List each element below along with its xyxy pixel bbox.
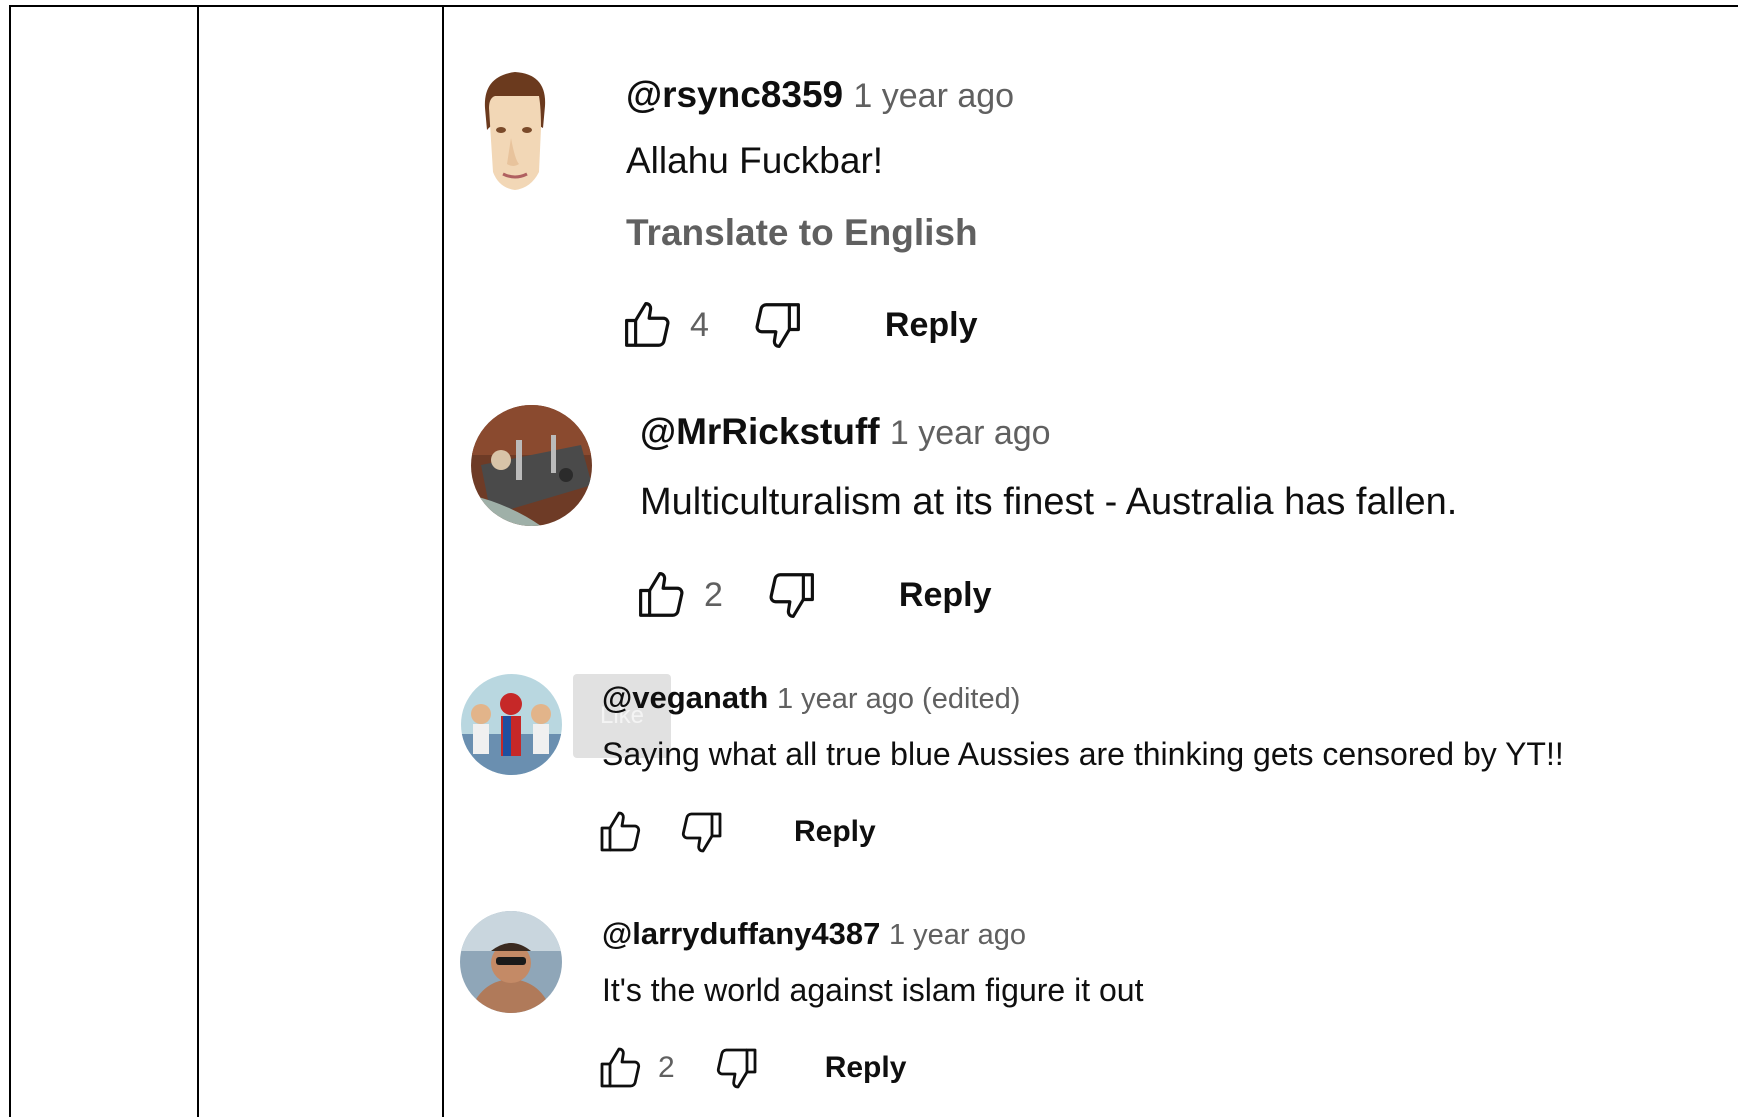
like-count: 4 — [690, 305, 709, 344]
reply-button[interactable]: Reply — [794, 815, 876, 849]
comment-timestamp[interactable]: 1 year ago — [889, 919, 1026, 951]
reply-button[interactable]: Reply — [825, 1051, 907, 1085]
thumbs-down-icon[interactable] — [711, 1044, 761, 1092]
comment-header: @rsync8359 1 year ago — [626, 74, 1014, 116]
comment-actions: 2 Reply — [596, 1044, 906, 1092]
comment-text: It's the world against islam figure it o… — [602, 972, 1144, 1008]
table-column-divider — [197, 5, 199, 1117]
avatar[interactable] — [471, 405, 592, 526]
comment-author[interactable]: @veganath — [602, 680, 768, 715]
avatar[interactable] — [460, 911, 562, 1013]
comment-text: Saying what all true blue Aussies are th… — [602, 736, 1564, 772]
comment-author[interactable]: @rsync8359 — [626, 74, 843, 115]
comment-timestamp[interactable]: 1 year ago — [890, 414, 1051, 452]
comment-text: Multiculturalism at its finest - Austral… — [640, 481, 1458, 523]
table-column-divider — [442, 5, 444, 1117]
comment-header: @veganath 1 year ago (edited) — [602, 680, 1020, 716]
comment-text: Allahu Fuckbar! — [626, 140, 884, 181]
comment-actions: 2 Reply — [634, 568, 992, 622]
comment-author[interactable]: @larryduffany4387 — [602, 916, 880, 951]
like-count: 2 — [704, 575, 723, 614]
reply-button[interactable]: Reply — [899, 576, 992, 615]
thumbs-up-icon[interactable] — [620, 298, 676, 352]
thumbs-down-icon[interactable] — [749, 298, 805, 352]
avatar[interactable] — [475, 68, 555, 192]
thumbs-down-icon[interactable] — [676, 808, 726, 856]
translate-link[interactable]: Translate to English — [626, 212, 978, 254]
thumbs-up-icon[interactable] — [634, 568, 690, 622]
comment-header: @larryduffany4387 1 year ago — [602, 916, 1026, 952]
comment-header: @MrRickstuff 1 year ago — [640, 411, 1051, 453]
avatar[interactable] — [461, 674, 562, 775]
thumbs-up-icon[interactable] — [596, 808, 646, 856]
comment-timestamp[interactable]: 1 year ago (edited) — [777, 683, 1020, 715]
reply-button[interactable]: Reply — [885, 306, 978, 345]
thumbs-down-icon[interactable] — [763, 568, 819, 622]
comment-timestamp[interactable]: 1 year ago — [853, 77, 1014, 115]
like-count: 2 — [658, 1051, 675, 1084]
comment-author[interactable]: @MrRickstuff — [640, 411, 880, 452]
comment-actions: 4 Reply — [620, 298, 978, 352]
thumbs-up-icon[interactable] — [596, 1044, 646, 1092]
comment-actions: Reply — [596, 808, 876, 856]
